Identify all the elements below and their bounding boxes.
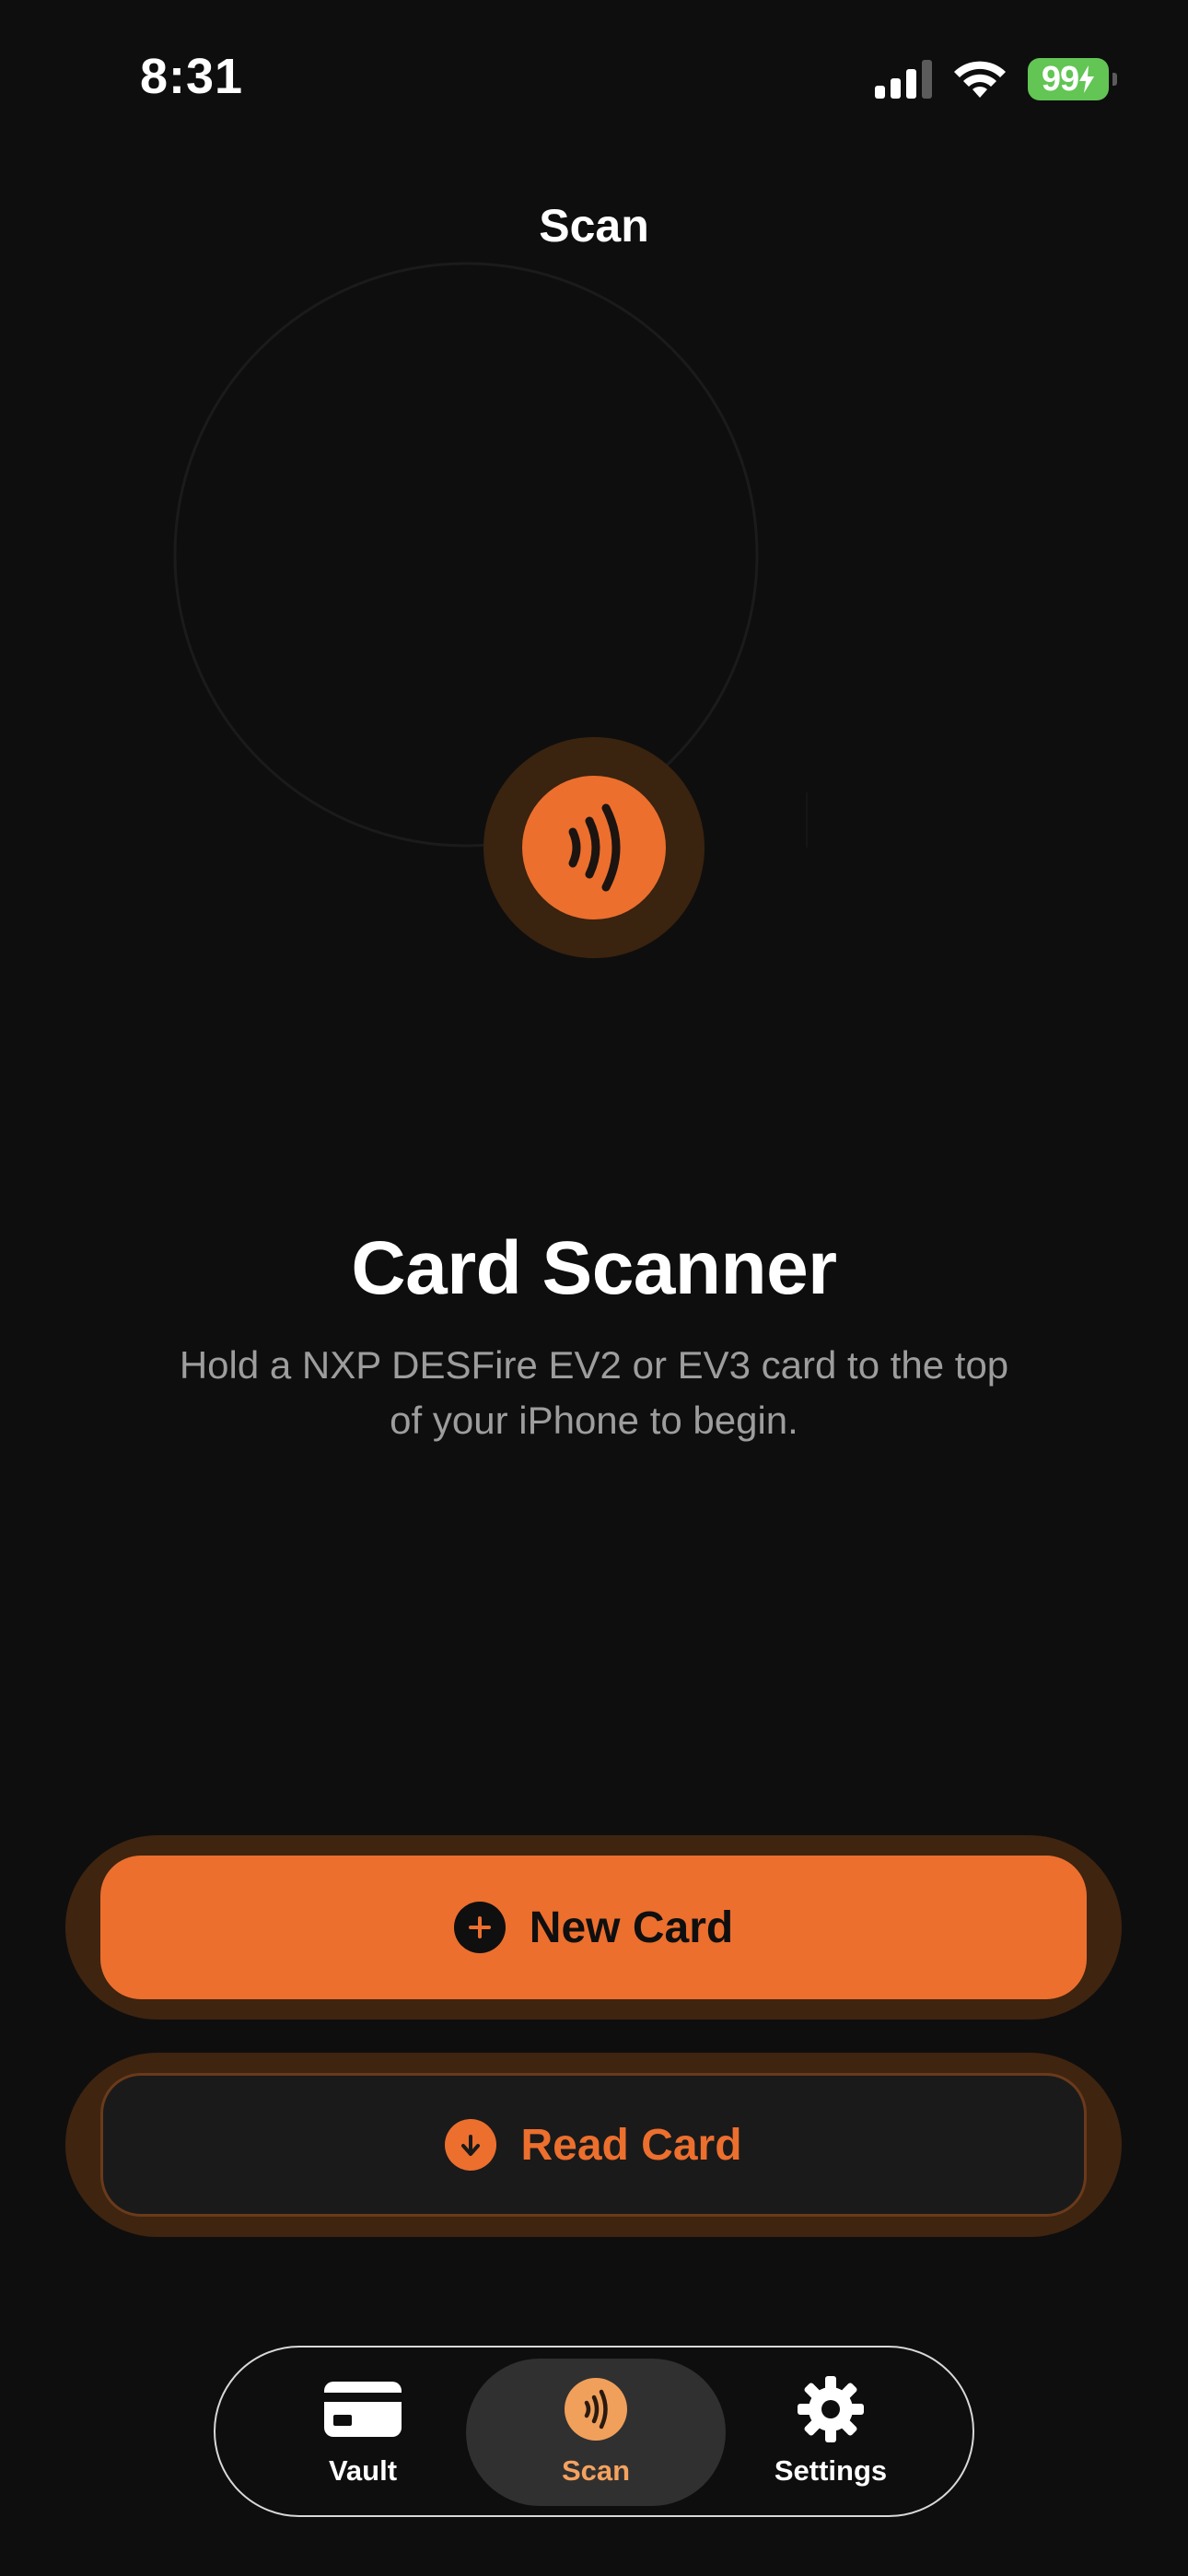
scan-indicator xyxy=(522,776,666,919)
new-card-button-glow: New Card xyxy=(65,1835,1122,2020)
arrow-down-circle-icon xyxy=(445,2119,497,2171)
tab-vault[interactable]: Vault xyxy=(262,2359,464,2506)
hero-title: Card Scanner xyxy=(351,1226,837,1310)
hero-subtitle: Hold a NXP DESFire EV2 or EV3 card to th… xyxy=(179,1343,1009,1442)
tab-settings[interactable]: Settings xyxy=(729,2359,932,2506)
gear-icon xyxy=(796,2376,866,2442)
tab-scan[interactable]: Scan xyxy=(466,2359,726,2506)
plus-circle-icon xyxy=(453,1902,506,1953)
nfc-icon xyxy=(565,2378,627,2441)
read-card-label: Read Card xyxy=(520,2120,742,2170)
tab-label-scan: Scan xyxy=(561,2454,631,2487)
card-icon xyxy=(324,2377,402,2441)
tab-bar: Vault Scan Settings xyxy=(214,2346,974,2517)
new-card-button[interactable]: New Card xyxy=(100,1856,1087,1999)
tab-label-vault: Vault xyxy=(328,2454,398,2487)
tab-label-settings: Settings xyxy=(774,2454,888,2487)
read-card-button-glow: Read Card xyxy=(65,2053,1122,2237)
new-card-label: New Card xyxy=(529,1903,734,1952)
read-card-button[interactable]: Read Card xyxy=(100,2073,1087,2217)
nfc-icon xyxy=(568,803,621,892)
